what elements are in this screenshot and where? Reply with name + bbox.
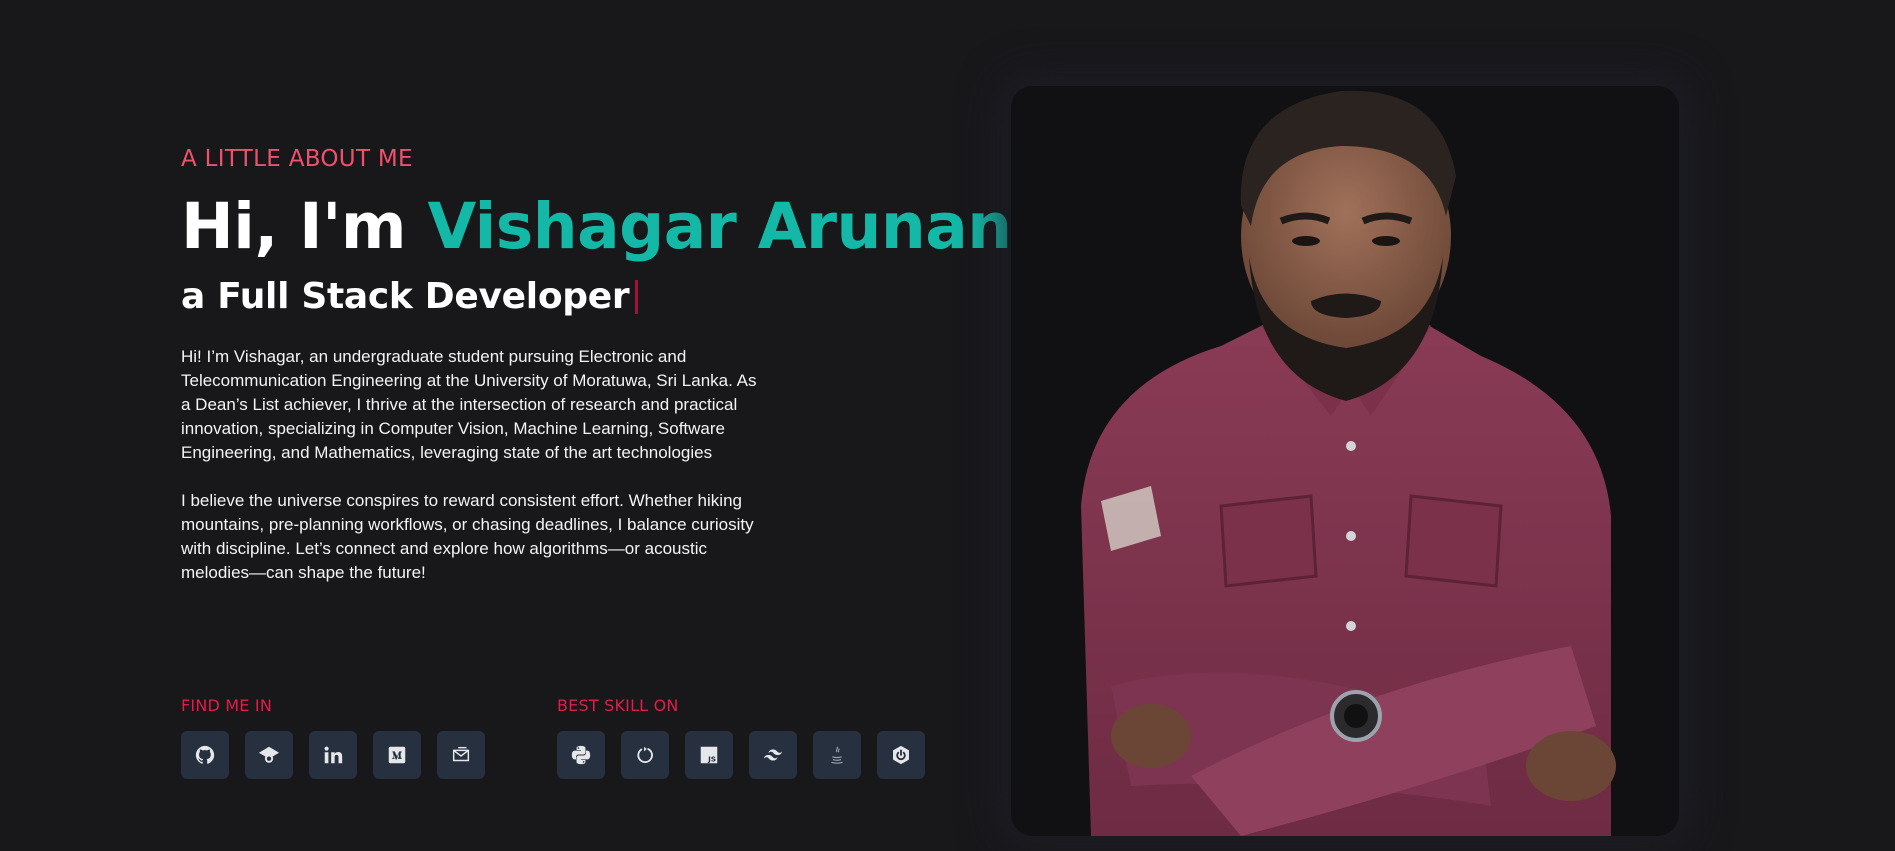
portrait-photo — [1011, 86, 1679, 836]
email-icon — [452, 746, 470, 762]
skills-block: BEST SKILL ON JS — [557, 696, 925, 779]
linkedin-link[interactable] — [309, 731, 357, 779]
github-icon — [195, 745, 215, 764]
intro-block: A LITTLE ABOUT ME Hi, I'm Vishagar Aruna… — [181, 146, 1012, 585]
spring-boot-icon — [893, 745, 909, 765]
role-text: a Full Stack Developer — [181, 276, 630, 318]
skills-title: BEST SKILL ON — [557, 696, 679, 715]
graduation-cap-icon — [258, 746, 280, 763]
typing-cursor — [635, 279, 639, 314]
skill-tailwind[interactable] — [749, 731, 797, 779]
portrait-illustration — [1081, 90, 1616, 836]
java-icon — [831, 746, 843, 764]
scholar-link[interactable] — [245, 731, 293, 779]
bio-text: Hi! I’m Vishagar, an undergraduate stude… — [181, 345, 761, 585]
medium-link[interactable] — [373, 731, 421, 779]
skill-spring-boot[interactable] — [877, 731, 925, 779]
bio-paragraph: Hi! I’m Vishagar, an undergraduate stude… — [181, 347, 757, 463]
about-section: A LITTLE ABOUT ME Hi, I'm Vishagar Aruna… — [0, 0, 1895, 851]
react-loop-icon — [637, 746, 653, 763]
name-text: Vishagar Arunan — [427, 190, 1013, 263]
social-links-title: FIND ME IN — [181, 696, 272, 715]
page-title: Hi, I'm Vishagar Arunan — [181, 193, 1012, 260]
skill-python[interactable] — [557, 731, 605, 779]
role-typewriter: a Full Stack Developer — [181, 276, 1001, 317]
skill-javascript[interactable]: JS — [685, 731, 733, 779]
bio-paragraph: I believe the universe conspires to rewa… — [181, 491, 754, 583]
greeting-text: Hi, I'm — [181, 190, 428, 263]
linkedin-icon — [324, 746, 343, 764]
svg-text:JS: JS — [707, 754, 716, 763]
social-links: FIND ME IN — [181, 696, 485, 779]
skill-react[interactable] — [621, 731, 669, 779]
skill-java[interactable] — [813, 731, 861, 779]
tailwind-icon — [763, 749, 783, 761]
email-link[interactable] — [437, 731, 485, 779]
python-icon — [571, 745, 591, 765]
medium-icon — [388, 746, 406, 764]
github-link[interactable] — [181, 731, 229, 779]
javascript-icon: JS — [700, 746, 718, 763]
section-kicker: A LITTLE ABOUT ME — [181, 146, 413, 172]
